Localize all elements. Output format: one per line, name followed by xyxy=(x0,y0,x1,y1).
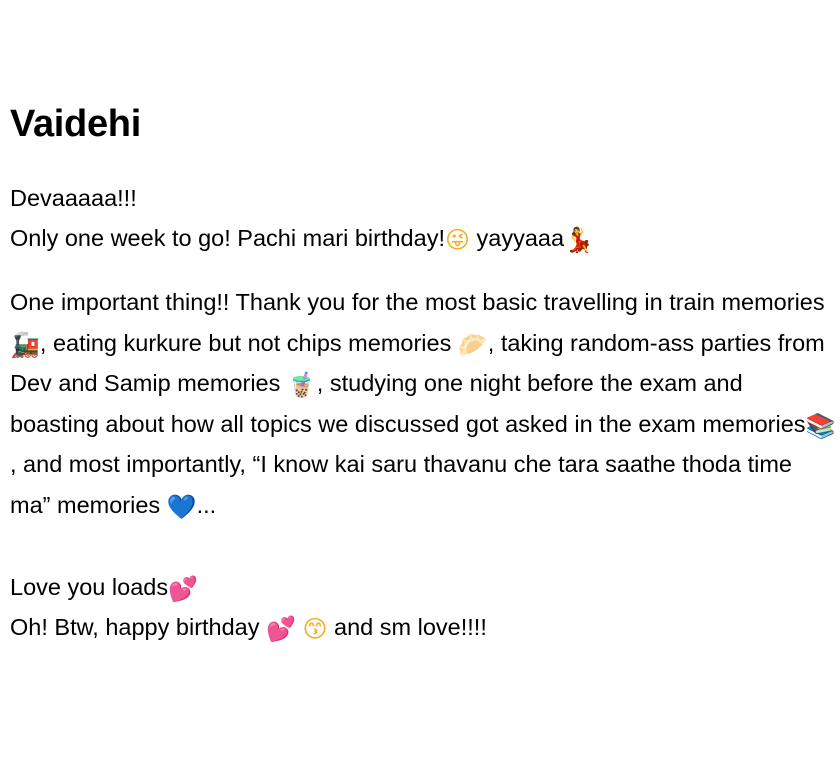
bubble-tea-icon: 🧋 xyxy=(286,371,317,399)
chip-icon: 🥟 xyxy=(457,330,488,359)
body-text-6: ... xyxy=(196,491,217,518)
closing-line-1: Love you loads💕 xyxy=(10,567,836,607)
greeting-line-1: Devaaaaa!!! xyxy=(10,178,836,218)
closing-block: Love you loads💕 Oh! Btw, happy birthday … xyxy=(10,567,836,647)
body-paragraph: One important thing!! Thank you for the … xyxy=(10,282,836,525)
winking-face-icon: 😜 xyxy=(444,226,470,254)
kissing-face-icon: 😙 xyxy=(302,615,328,643)
body-text-2: , eating kurkure but not chips memories xyxy=(39,329,458,356)
books-icon: 📚 xyxy=(805,411,836,440)
body-text-1: One important thing!! Thank you for the … xyxy=(10,289,825,315)
two-hearts-icon-2: 💕 xyxy=(266,615,296,643)
closing-text-1: Love you loads xyxy=(10,574,169,600)
body-text-5: , and most importantly, “I know kai saru… xyxy=(10,451,792,518)
greeting-text-2-tail: yayyaaa xyxy=(470,225,565,251)
greeting-text-1: Devaaaaa!!! xyxy=(10,185,137,211)
dancer-icon: 💃 xyxy=(564,226,594,254)
letter-title: Vaidehi xyxy=(10,103,141,145)
letter: Vaidehi Devaaaaa!!! Only one week to go!… xyxy=(10,98,836,647)
greeting-text-2: Only one week to go! Pachi mari birthday… xyxy=(10,225,445,251)
blue-heart-icon: 💙 xyxy=(166,492,197,521)
greeting-line-2: Only one week to go! Pachi mari birthday… xyxy=(10,218,836,258)
train-icon: 🚂 xyxy=(10,330,40,359)
greeting-block: Devaaaaa!!! Only one week to go! Pachi m… xyxy=(10,178,836,258)
two-hearts-icon: 💕 xyxy=(168,575,198,603)
closing-text-2b: and sm love!!!! xyxy=(327,614,487,640)
closing-line-2: Oh! Btw, happy birthday 💕 😙 and sm love!… xyxy=(10,607,836,647)
closing-text-2a: Oh! Btw, happy birthday xyxy=(10,614,267,640)
